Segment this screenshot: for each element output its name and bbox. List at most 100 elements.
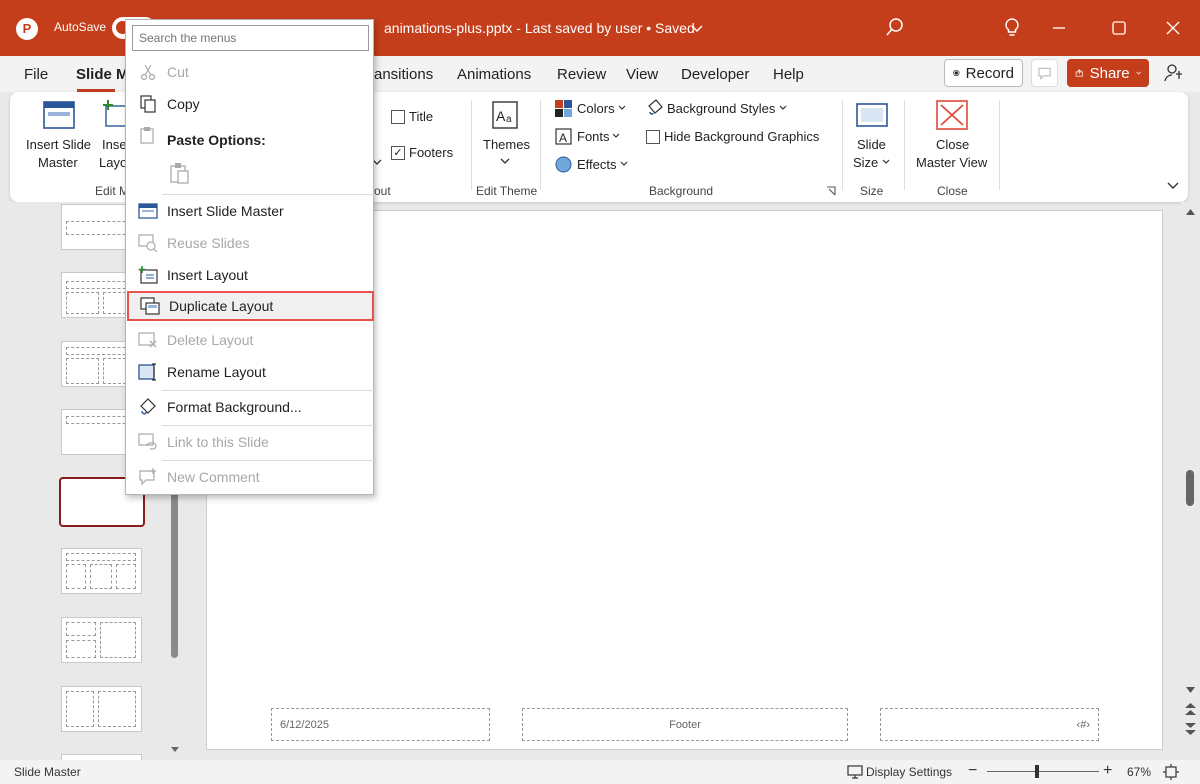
zoom-slider-thumb[interactable] xyxy=(1035,765,1040,778)
tab-file[interactable]: File xyxy=(24,66,48,83)
close-window-icon[interactable] xyxy=(1162,17,1184,39)
search-icon[interactable] xyxy=(884,16,906,38)
status-bar: Slide Master Display Settings − + 67% xyxy=(0,760,1200,784)
share-button[interactable]: Share xyxy=(1067,59,1149,87)
layout-thumbnail[interactable] xyxy=(61,686,142,732)
colors-icon[interactable] xyxy=(555,100,572,117)
footers-checkbox[interactable]: ✓ xyxy=(391,146,405,160)
close-master-view-label-1[interactable]: Close xyxy=(936,137,969,152)
previous-slide-icon[interactable] xyxy=(1185,702,1196,716)
chevron-down-icon[interactable] xyxy=(690,21,704,35)
slide-size-icon[interactable] xyxy=(855,100,889,130)
slide-size-label-1[interactable]: Slide xyxy=(857,137,886,152)
menu-item-duplicate-layout[interactable]: Duplicate Layout xyxy=(127,291,374,321)
chevron-down-icon[interactable] xyxy=(620,160,628,168)
background-styles-icon[interactable] xyxy=(646,98,664,117)
insert-slide-master-label-2[interactable]: Master xyxy=(38,155,78,170)
display-settings-icon[interactable] xyxy=(847,765,863,779)
tab-view[interactable]: View xyxy=(626,66,658,83)
background-styles-label[interactable]: Background Styles xyxy=(667,101,775,116)
menu-item-label: New Comment xyxy=(167,469,260,485)
insert-slide-master-icon[interactable] xyxy=(42,100,76,130)
menu-item-new-comment[interactable]: New Comment xyxy=(126,462,375,492)
zoom-out-button[interactable]: − xyxy=(968,762,977,780)
tab-developer[interactable]: Developer xyxy=(681,66,749,83)
date-placeholder[interactable]: 6/12/2025 xyxy=(271,708,490,741)
lightbulb-icon[interactable] xyxy=(1001,16,1023,38)
close-master-view-icon[interactable] xyxy=(935,99,969,131)
tab-review[interactable]: Review xyxy=(557,66,606,83)
chevron-down-icon[interactable] xyxy=(612,132,620,140)
document-title[interactable]: animations-plus.pptx - Last saved by use… xyxy=(384,20,695,36)
search-menus-input[interactable] xyxy=(132,25,369,51)
chevron-down-icon[interactable] xyxy=(882,158,890,166)
themes-icon[interactable]: Aa xyxy=(491,100,519,130)
effects-icon[interactable] xyxy=(555,156,572,173)
insert-layout-label-2[interactable]: Layo xyxy=(99,155,127,170)
dialog-launcher-icon[interactable] xyxy=(826,186,836,196)
tab-transitions[interactable]: ransitions xyxy=(369,66,433,83)
next-slide-icon[interactable] xyxy=(1185,722,1196,736)
record-button[interactable]: Record xyxy=(944,59,1023,87)
menu-item-cut[interactable]: Cut xyxy=(126,57,375,87)
fonts-icon[interactable]: A xyxy=(555,128,572,145)
fonts-label[interactable]: Fonts xyxy=(577,129,610,144)
layout-thumbnail[interactable] xyxy=(61,548,142,594)
clipboard-icon xyxy=(140,127,154,144)
editor-scrollbar-thumb[interactable] xyxy=(1186,470,1194,506)
footer-placeholder[interactable]: Footer xyxy=(522,708,848,741)
menu-item-label: Rename Layout xyxy=(167,364,266,380)
menu-item-label: Format Background... xyxy=(167,399,302,415)
menu-item-insert-layout[interactable]: Insert Layout xyxy=(126,260,375,290)
title-checkbox-label[interactable]: Title xyxy=(409,109,433,124)
chevron-down-icon[interactable] xyxy=(500,157,510,165)
fit-to-window-icon[interactable] xyxy=(1163,764,1179,780)
slide-number-text: ‹#› xyxy=(1076,718,1090,731)
scroll-down-icon[interactable] xyxy=(1186,687,1195,694)
menu-item-rename-layout[interactable]: Rename Layout xyxy=(126,357,375,387)
paste-icon[interactable] xyxy=(169,162,191,184)
insert-slide-master-label-1[interactable]: Insert Slide xyxy=(26,137,91,152)
menu-item-link-to-this-slide[interactable]: Link to this Slide xyxy=(126,427,375,457)
effects-label[interactable]: Effects xyxy=(577,157,617,172)
coauthor-icon[interactable] xyxy=(1163,62,1185,84)
title-checkbox[interactable] xyxy=(391,110,405,124)
menu-item-copy[interactable]: Copy xyxy=(126,89,375,119)
chevron-down-icon[interactable] xyxy=(618,104,626,112)
footers-checkbox-label[interactable]: Footers xyxy=(409,145,453,160)
layout-thumbnail[interactable] xyxy=(61,617,142,663)
close-master-view-label-2[interactable]: Master View xyxy=(916,155,987,170)
minimize-icon[interactable] xyxy=(1048,17,1070,39)
chevron-down-icon[interactable] xyxy=(779,104,787,112)
tab-animations[interactable]: Animations xyxy=(457,66,531,83)
scroll-down-icon[interactable] xyxy=(171,747,179,753)
insert-layout-label-1[interactable]: Inse xyxy=(102,137,127,152)
hide-background-graphics-label[interactable]: Hide Background Graphics xyxy=(664,129,819,144)
insert-layout-icon xyxy=(138,266,158,284)
display-settings-label[interactable]: Display Settings xyxy=(866,765,952,779)
slide-size-label-2[interactable]: Size xyxy=(853,155,878,170)
menu-item-insert-slide-master[interactable]: Insert Slide Master xyxy=(126,196,375,226)
zoom-slider[interactable] xyxy=(987,765,1099,778)
copy-icon xyxy=(140,95,156,113)
rename-layout-icon xyxy=(138,363,156,381)
scroll-up-icon[interactable] xyxy=(1186,208,1195,215)
collapse-ribbon-icon[interactable] xyxy=(1167,180,1179,190)
tab-slide-master[interactable]: Slide M xyxy=(76,66,129,83)
zoom-level[interactable]: 67% xyxy=(1127,765,1151,779)
menu-item-delete-layout[interactable]: Delete Layout xyxy=(126,325,375,355)
menu-item-format-background[interactable]: Format Background... xyxy=(126,392,375,422)
date-text: 6/12/2025 xyxy=(280,718,329,731)
editor-scrollbar[interactable] xyxy=(1181,202,1200,760)
zoom-in-button[interactable]: + xyxy=(1103,762,1112,780)
slide-number-placeholder[interactable]: ‹#› xyxy=(880,708,1099,741)
comments-button[interactable] xyxy=(1031,59,1058,87)
menu-item-label: Copy xyxy=(167,96,200,112)
hide-background-graphics-checkbox[interactable] xyxy=(646,130,660,144)
svg-text:a: a xyxy=(506,114,512,125)
maximize-icon[interactable] xyxy=(1108,17,1130,39)
themes-label[interactable]: Themes xyxy=(483,137,530,152)
menu-item-reuse-slides[interactable]: Reuse Slides xyxy=(126,228,375,258)
colors-label[interactable]: Colors xyxy=(577,101,615,116)
tab-help[interactable]: Help xyxy=(773,66,804,83)
